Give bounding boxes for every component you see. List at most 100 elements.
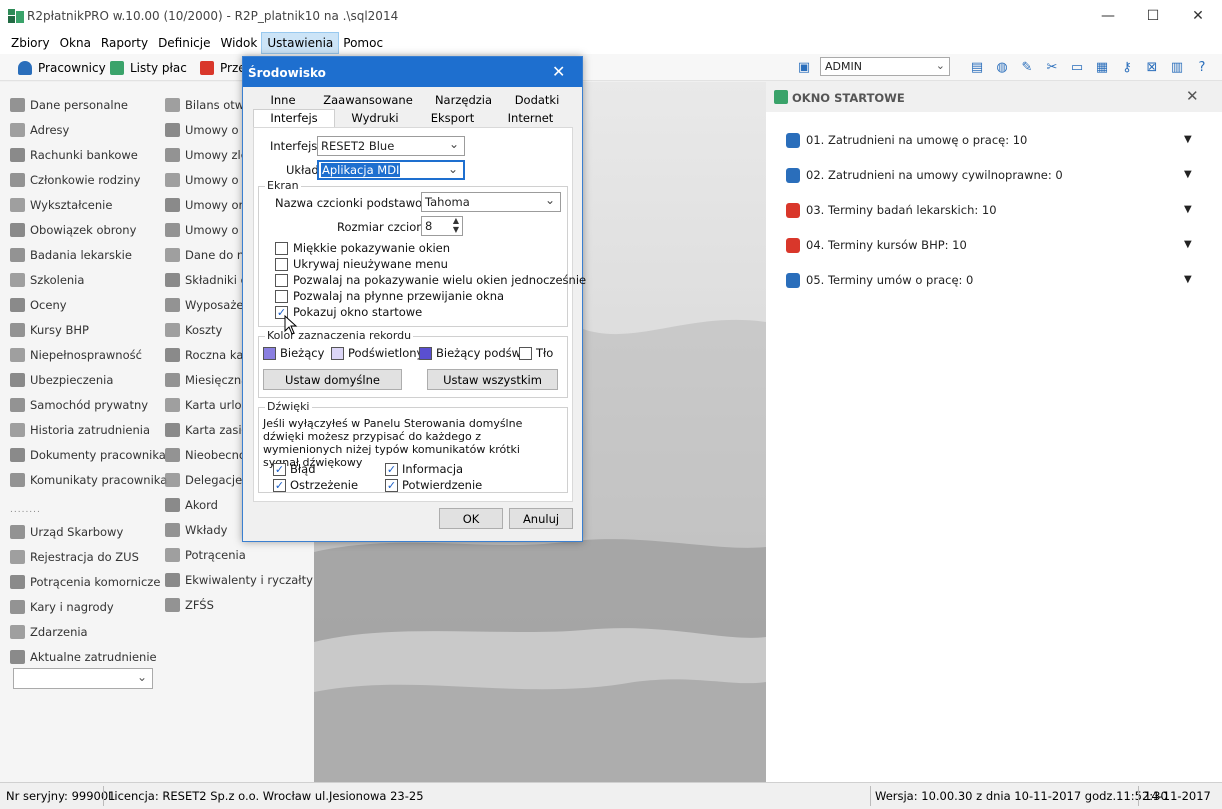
uklad-select[interactable]: Aplikacja MDI ⌄ bbox=[317, 160, 465, 180]
nav-item-wyksztalcenie[interactable]: Wykształcenie bbox=[10, 195, 112, 215]
checkbox[interactable] bbox=[275, 257, 288, 271]
nav-item-obowiazek-obrony[interactable]: Obowiązek obrony bbox=[10, 220, 136, 240]
color-biezacy[interactable]: Bieżący bbox=[263, 346, 324, 360]
nav-item-czlonkowie-rodziny[interactable]: Członkowie rodziny bbox=[10, 170, 140, 190]
layout-icon[interactable]: ▥ bbox=[1169, 59, 1185, 75]
menu-widok[interactable]: Widok bbox=[216, 33, 263, 53]
color-podswietlony[interactable]: Podświetlony bbox=[331, 346, 423, 360]
przelewy-button[interactable]: Prze bbox=[200, 58, 246, 78]
tools-icon[interactable]: ✎ bbox=[1019, 59, 1035, 75]
nav-item-ubezpieczenia[interactable]: Ubezpieczenia bbox=[10, 370, 113, 390]
dropdown-arrow-icon[interactable]: ▼ bbox=[1184, 274, 1192, 285]
option-pozwalaj-na-pokazywanie-wielu-okien-jednoczesnie[interactable]: Pozwalaj na pokazywanie wielu okien jedn… bbox=[275, 273, 586, 287]
checkbox[interactable]: ✓ bbox=[273, 462, 286, 476]
dropdown-arrow-icon[interactable]: ▼ bbox=[1184, 239, 1192, 250]
close-doc-icon[interactable]: ⊠ bbox=[1144, 59, 1160, 75]
help-icon[interactable]: ? bbox=[1194, 59, 1210, 75]
option-pozwalaj-na-plynne-przewijanie-okna[interactable]: Pozwalaj na płynne przewijanie okna bbox=[275, 289, 504, 303]
maximize-button[interactable]: ☐ bbox=[1130, 0, 1176, 32]
close-icon[interactable]: ✕ bbox=[1186, 87, 1199, 105]
dropdown-arrow-icon[interactable]: ▼ bbox=[1184, 204, 1192, 215]
color-swatch[interactable] bbox=[331, 346, 344, 360]
sound-blad[interactable]: ✓ Błąd bbox=[273, 462, 316, 476]
start-item-4[interactable]: 04. Terminy kursów BHP: 10 bbox=[786, 235, 967, 255]
nav-item-historia-zatrudnienia[interactable]: Historia zatrudnienia bbox=[10, 420, 150, 440]
nav-item-dane-do-na[interactable]: Dane do na bbox=[165, 245, 251, 265]
nav-item-ekwiwalenty-i-ryczalty[interactable]: Ekwiwalenty i ryczałty bbox=[165, 570, 313, 590]
interfejs-select[interactable]: RESET2 Blue ⌄ bbox=[317, 136, 465, 156]
sound-informacja[interactable]: ✓ Informacja bbox=[385, 462, 463, 476]
key-icon[interactable]: ⚷ bbox=[1119, 59, 1135, 75]
font-select[interactable]: Tahoma ⌄ bbox=[421, 192, 561, 212]
nav-item-skladniki-ok[interactable]: Składniki ok bbox=[165, 270, 254, 290]
nav-item-umowy-o-pr[interactable]: Umowy o pr bbox=[165, 220, 254, 240]
user-select[interactable]: ADMIN ⌄ bbox=[820, 57, 950, 76]
color-swatch[interactable] bbox=[519, 346, 532, 360]
sound-potwierdzenie[interactable]: ✓ Potwierdzenie bbox=[385, 478, 482, 492]
nav-item-dane-personalne[interactable]: Dane personalne bbox=[10, 95, 128, 115]
nav-item-wklady[interactable]: Wkłady bbox=[165, 520, 227, 540]
nav-item-wyposazen[interactable]: Wyposażen bbox=[165, 295, 251, 315]
nav-item-kursy-bhp[interactable]: Kursy BHP bbox=[10, 320, 89, 340]
nav-item-oceny[interactable]: Oceny bbox=[10, 295, 67, 315]
cancel-button[interactable]: Anuluj bbox=[509, 508, 573, 529]
tab-zaawansowane[interactable]: Zaawansowane bbox=[323, 93, 413, 111]
nav-item-komunikaty-pracownika[interactable]: Komunikaty pracownika bbox=[10, 470, 167, 490]
minimize-button[interactable]: — bbox=[1085, 0, 1131, 32]
set-default-button[interactable]: Ustaw domyślne bbox=[263, 369, 402, 390]
nav-item-dokumenty-pracownika[interactable]: Dokumenty pracownika bbox=[10, 445, 166, 465]
menu-zbiory[interactable]: Zbiory bbox=[6, 33, 55, 53]
nav-item-szkolenia[interactable]: Szkolenia bbox=[10, 270, 84, 290]
nav-item-umowy-zlec[interactable]: Umowy zlec bbox=[165, 145, 254, 165]
menu-raporty[interactable]: Raporty bbox=[96, 33, 153, 53]
pracownicy-button[interactable]: Pracownicy bbox=[18, 58, 106, 78]
nav-item-urzad-skarbowy[interactable]: Urząd Skarbowy bbox=[10, 522, 123, 542]
zatrudnienie-select[interactable]: ⌄ bbox=[13, 668, 153, 689]
nav-item-badania-lekarskie[interactable]: Badania lekarskie bbox=[10, 245, 132, 265]
start-item-2[interactable]: 02. Zatrudnieni na umowy cywilnoprawne: … bbox=[786, 165, 1063, 185]
checkbox[interactable] bbox=[275, 273, 288, 287]
nav-item-niepelnosprawnosc[interactable]: Niepełnosprawność bbox=[10, 345, 142, 365]
color-swatch[interactable] bbox=[419, 346, 432, 360]
nav-item-zfss[interactable]: ZFŚS bbox=[165, 595, 214, 615]
nav-item-zdarzenia[interactable]: Zdarzenia bbox=[10, 622, 88, 642]
close-window-button[interactable]: ✕ bbox=[1175, 0, 1221, 32]
menu-ustawienia[interactable]: Ustawienia bbox=[261, 32, 340, 54]
color-tlo[interactable]: Tło bbox=[519, 346, 553, 360]
menu-definicje[interactable]: Definicje bbox=[153, 33, 215, 53]
start-item-3[interactable]: 03. Terminy badań lekarskich: 10 bbox=[786, 200, 997, 220]
nav-item-potracenia-komornicze[interactable]: Potrącenia komornicze bbox=[10, 572, 160, 592]
nav-item-adresy[interactable]: Adresy bbox=[10, 120, 69, 140]
calculator-icon[interactable]: ▦ bbox=[1094, 59, 1110, 75]
color-biezacy-podsw[interactable]: Bieżący podśw. bbox=[419, 346, 524, 360]
nav-item-samochod-prywatny[interactable]: Samochód prywatny bbox=[10, 395, 148, 415]
checkbox[interactable]: ✓ bbox=[385, 462, 398, 476]
option-ukrywaj-nieuzywane-menu[interactable]: Ukrywaj nieużywane menu bbox=[275, 257, 448, 271]
globe-icon[interactable]: ◍ bbox=[994, 59, 1010, 75]
nav-item-karta-zasilk[interactable]: Karta zasiłk bbox=[165, 420, 252, 440]
nav-item-umowy-o-pr[interactable]: Umowy o pr bbox=[165, 120, 254, 140]
nav-item-karta-urlop[interactable]: Karta urlop bbox=[165, 395, 249, 415]
wrench-icon[interactable]: ✂ bbox=[1044, 59, 1060, 75]
spinner-arrows-icon[interactable]: ▲ ▼ bbox=[453, 216, 459, 234]
checkbox[interactable] bbox=[275, 289, 288, 303]
nav-item-delegacje[interactable]: Delegacje bbox=[165, 470, 242, 490]
nav-item-koszty[interactable]: Koszty bbox=[165, 320, 222, 340]
nav-item-potracenia[interactable]: Potrącenia bbox=[165, 545, 246, 565]
size-spinner[interactable]: 8 ▲ ▼ bbox=[421, 216, 463, 236]
set-all-button[interactable]: Ustaw wszystkim bbox=[427, 369, 558, 390]
nav-item-roczna-kart[interactable]: Roczna kart bbox=[165, 345, 253, 365]
nav-item-rachunki-bankowe[interactable]: Rachunki bankowe bbox=[10, 145, 138, 165]
message-icon[interactable]: ▭ bbox=[1069, 59, 1085, 75]
start-item-1[interactable]: 01. Zatrudnieni na umowę o pracę: 10 bbox=[786, 130, 1027, 150]
nav-item-nieobecnos[interactable]: Nieobecnoś bbox=[165, 445, 252, 465]
nav-item-kary-i-nagrody[interactable]: Kary i nagrody bbox=[10, 597, 114, 617]
checkbox[interactable] bbox=[275, 241, 288, 255]
checkbox[interactable]: ✓ bbox=[273, 478, 286, 492]
save-icon[interactable]: ▤ bbox=[969, 59, 985, 75]
nav-item-aktualne-zatrudnienie[interactable]: Aktualne zatrudnienie bbox=[10, 647, 157, 667]
nav-item-rejestracja-do-zus[interactable]: Rejestracja do ZUS bbox=[10, 547, 139, 567]
color-swatch[interactable] bbox=[263, 346, 276, 360]
checkbox[interactable]: ✓ bbox=[385, 478, 398, 492]
tab-narzedzia[interactable]: Narzędzia bbox=[426, 93, 501, 111]
